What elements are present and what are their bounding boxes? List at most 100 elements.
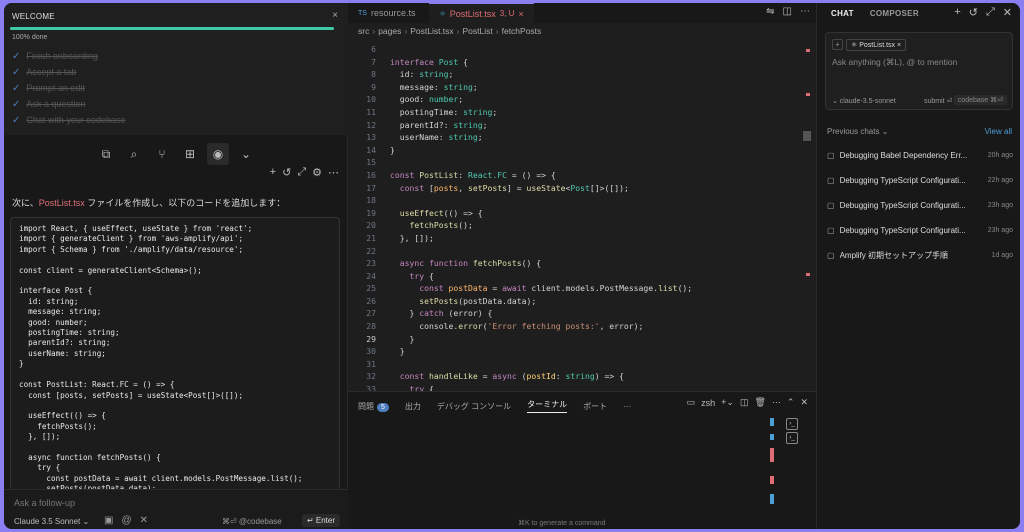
extensions-icon[interactable]: ⊞: [179, 143, 201, 165]
chat-history-item[interactable]: ▢ Debugging TypeScript Configurati... 23h …: [827, 218, 1013, 243]
code-block: import React, { useEffect, useState } fr…: [10, 217, 340, 492]
step-label: Finish onboarding: [26, 51, 98, 61]
expand-icon[interactable]: ⤢: [297, 166, 306, 179]
panel-tab[interactable]: ポート: [583, 401, 607, 412]
chat-input[interactable]: Ask anything (⌘L), @ to mention: [832, 57, 957, 68]
panel-tab[interactable]: ターミナル: [527, 399, 568, 413]
expand-icon[interactable]: ⤢: [986, 6, 995, 19]
source-control-icon[interactable]: ⑂: [151, 143, 173, 165]
followup-input[interactable]: Ask a follow-up: [14, 498, 75, 508]
cursor-icon[interactable]: ◉: [207, 143, 229, 165]
plus-icon[interactable]: +: [270, 166, 276, 179]
panel-tab[interactable]: 問題 5: [358, 401, 389, 412]
codebase-button[interactable]: codebase ⌘⏎: [953, 95, 1007, 105]
chat-history-item[interactable]: ▢ Amplify 初期セットアップ手順 1d ago: [827, 243, 1013, 268]
close-icon[interactable]: ×: [518, 9, 523, 19]
chat-title: Debugging Babel Dependency Err...: [839, 151, 968, 160]
chat-message: 次に、PostList.tsx ファイルを作成し、以下のコードを追加します：: [12, 196, 285, 209]
files-icon[interactable]: ⧉: [95, 143, 117, 165]
check-icon: ✓: [12, 50, 21, 62]
plus-icon[interactable]: +: [954, 6, 960, 19]
plus-icon[interactable]: +⌄: [721, 397, 734, 408]
progress-label: 100% done: [12, 34, 48, 41]
chat-title: Amplify 初期セットアップ手順: [839, 251, 949, 260]
close-icon[interactable]: ✕: [800, 397, 808, 408]
add-context-button[interactable]: +: [832, 39, 843, 50]
terminal-icon[interactable]: ›_: [786, 418, 798, 430]
onboarding-step: ✓ Prompt an edit: [12, 80, 125, 96]
image-icon[interactable]: ▣: [104, 515, 113, 526]
line-number: 24: [366, 270, 376, 281]
more-icon[interactable]: ⋯: [328, 166, 339, 179]
code-line: 6: [348, 43, 692, 56]
maximize-icon[interactable]: ⌃: [787, 397, 795, 408]
line-text: fetchPosts();: [409, 220, 473, 231]
terminal-icon[interactable]: ›_: [786, 432, 798, 444]
close-icon[interactable]: ✕: [1003, 6, 1012, 19]
message-text: 次に、: [12, 198, 39, 208]
check-icon: ✓: [12, 82, 21, 94]
code-line: 18: [348, 194, 692, 207]
model-selector[interactable]: Claude 3.5 Sonnet ⌄: [14, 517, 89, 526]
shell-name[interactable]: zsh: [701, 398, 715, 408]
terminal-list: ›_ ›_: [776, 416, 816, 446]
more-icon[interactable]: ⋯: [800, 6, 810, 17]
enter-button[interactable]: ↵ Enter: [301, 514, 340, 527]
gear-icon[interactable]: ⚙: [312, 166, 322, 179]
panel-tab[interactable]: デバッグ コンソール: [437, 401, 511, 412]
line-number: 10: [366, 94, 376, 105]
chat-history-item[interactable]: ▢ Debugging TypeScript Configurati... 23h …: [827, 193, 1013, 218]
chat-title: Debugging TypeScript Configurati...: [839, 226, 966, 235]
split-icon[interactable]: ◫: [740, 397, 749, 408]
file-chip[interactable]: ⚛ PostList.tsx ×: [846, 39, 907, 51]
breadcrumb-item[interactable]: PostList: [463, 26, 493, 36]
line-text: console.error('Error fetching posts:', e…: [390, 321, 644, 332]
panel-tab[interactable]: 出力: [405, 401, 421, 412]
trash-icon[interactable]: 🗑: [754, 397, 765, 408]
overview-ruler[interactable]: [800, 43, 814, 391]
check-icon: ✓: [12, 114, 21, 126]
step-label: Chat with your codebase: [26, 115, 126, 125]
model-selector[interactable]: ⌄ claude-3.5-sonnet: [832, 97, 896, 105]
chat-time: 1d ago: [991, 252, 1013, 259]
line-number: 19: [366, 207, 376, 218]
chat-history-item[interactable]: ▢ Debugging Babel Dependency Err... 20h ag…: [827, 143, 1013, 168]
submit-button[interactable]: submit ⏎: [924, 97, 952, 105]
history-icon[interactable]: ↺: [282, 166, 291, 179]
breadcrumb-item[interactable]: fetchPosts: [502, 26, 542, 36]
panel-tab[interactable]: ···: [623, 402, 631, 411]
chevron-down-icon[interactable]: ⌄: [235, 143, 257, 165]
at-icon[interactable]: @: [121, 515, 131, 526]
split-icon[interactable]: ◫: [783, 6, 792, 17]
progress-bar: [10, 27, 334, 30]
chat-history-item[interactable]: ▢ Debugging TypeScript Configurati... 22h …: [827, 168, 1013, 193]
previous-chats-label[interactable]: Previous chats ⌄: [827, 127, 888, 136]
view-all-link[interactable]: View all: [985, 127, 1012, 136]
line-text: parentId?: string;: [390, 119, 488, 130]
tab-composer[interactable]: COMPOSER: [870, 9, 919, 18]
breadcrumb-item[interactable]: pages: [378, 26, 401, 36]
code-line: 8 id: string;: [348, 68, 692, 81]
icon-toolbar: ⧉ ⌕ ⑂ ⊞ ◉ ⌄: [4, 143, 348, 167]
tools-icon[interactable]: ✕: [140, 515, 148, 526]
code-line: 14}: [348, 144, 692, 157]
editor-tab[interactable]: TS resource.ts: [348, 3, 429, 23]
compare-icon[interactable]: ⇋: [766, 6, 774, 17]
codebase-hint[interactable]: ⌘⏎ @codebase: [222, 517, 282, 526]
history-icon[interactable]: ↺: [969, 6, 978, 19]
message-text: ファイルを作成し、以下のコードを追加します：: [84, 198, 286, 208]
modified-badge: 3, U: [499, 9, 515, 18]
breadcrumb-item[interactable]: PostList.tsx: [410, 26, 453, 36]
file-reference[interactable]: PostList.tsx: [39, 198, 85, 208]
breadcrumb-item[interactable]: src: [358, 26, 369, 36]
problems-badge: 5: [377, 402, 389, 412]
chat-panel: CHAT COMPOSER + ↺ ⤢ ✕ + ⚛ PostList.tsx ×…: [816, 3, 1020, 529]
editor-tab[interactable]: ⚛ PostList.tsx 3, U ×: [429, 3, 534, 23]
tab-chat[interactable]: CHAT: [831, 9, 854, 18]
search-icon[interactable]: ⌕: [123, 143, 145, 165]
line-text: }, []);: [390, 232, 434, 243]
close-icon[interactable]: ×: [332, 10, 338, 21]
more-icon[interactable]: ⋯: [772, 397, 781, 408]
code-editor[interactable]: 6 7 interface Post {8 id: string; 9 message…: [348, 43, 816, 391]
input-icons: ▣ @ ✕: [104, 515, 148, 526]
